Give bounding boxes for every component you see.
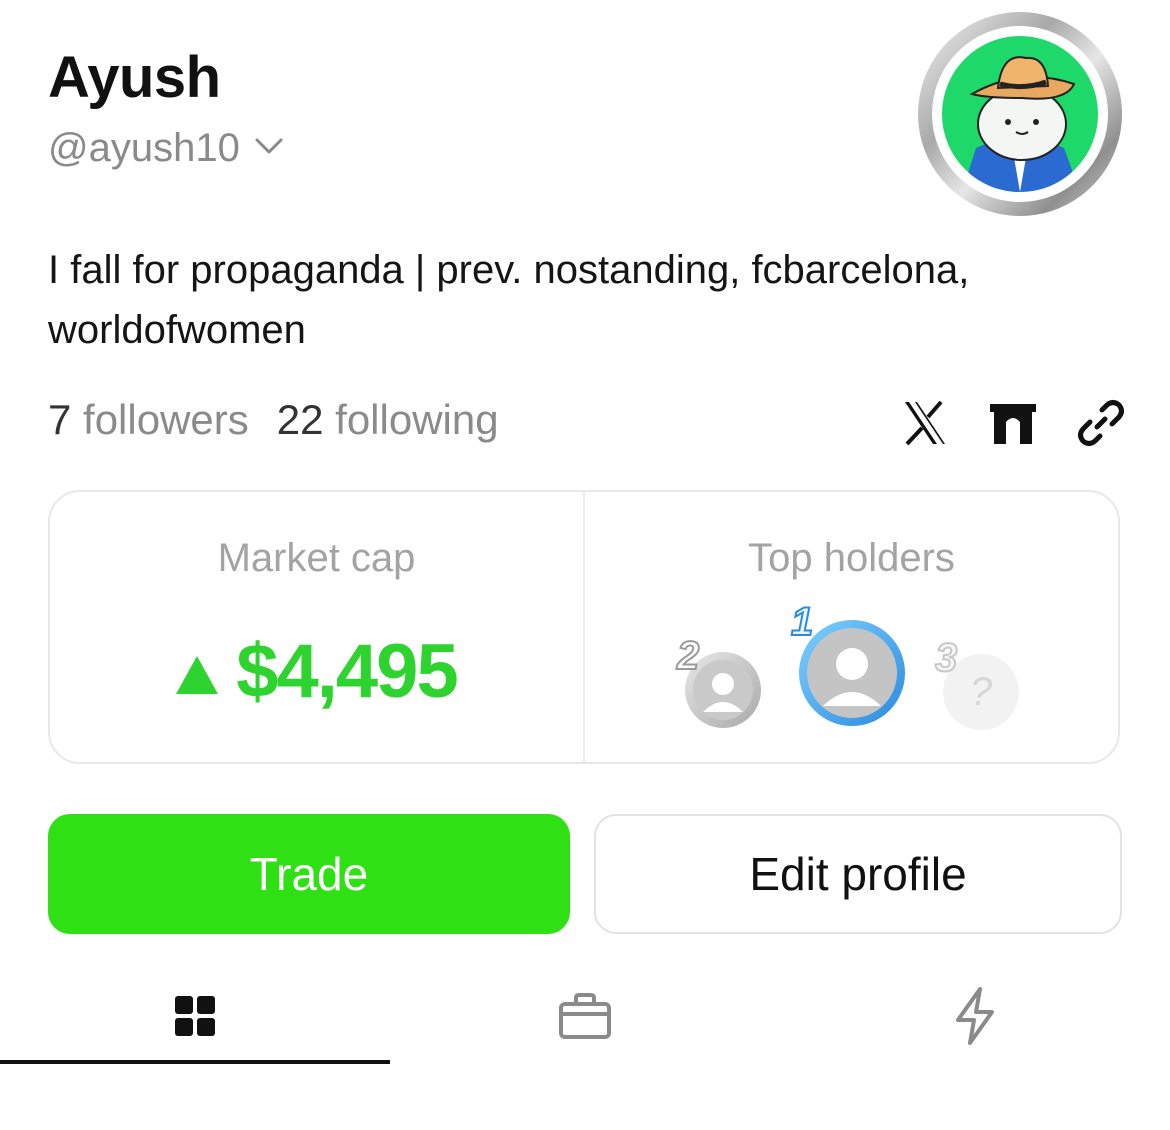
profile-avatar[interactable] [918,12,1122,216]
tab-activity[interactable] [780,970,1170,1062]
tab-grid[interactable] [0,970,390,1062]
bolt-icon [956,987,994,1045]
triangle-up-icon [176,655,219,694]
edit-profile-button[interactable]: Edit profile [594,814,1122,934]
tab-holdings[interactable] [390,970,780,1062]
foundation-icon[interactable] [986,396,1040,450]
holder-3-rank: 3 [934,635,958,681]
profile-name: Ayush [48,45,221,110]
following-label: following [335,396,499,443]
followers-label: followers [83,396,249,443]
holder-1-rank: 1 [790,599,814,645]
profile-tabs [0,970,1170,1070]
market-cap-label: Market cap [217,536,416,580]
profile-handle: @ayush10 [48,126,240,170]
follow-stats: 7 followers 22 following [48,396,499,444]
cat-cowboy-avatar-image [942,36,1098,192]
following-count: 22 [276,396,324,443]
user-placeholder-icon [807,628,897,718]
top-holders-section[interactable]: Top holders 2 1 ? 3 [585,492,1118,762]
social-links [898,396,1128,450]
holder-1-avatar[interactable] [799,620,905,726]
token-stats-card: Market cap $4,495 Top holders 2 1 ? 3 [48,490,1120,764]
chevron-down-icon [254,136,284,161]
profile-bio: I fall for propaganda | prev. nostanding… [48,248,970,352]
market-cap-section: Market cap $4,495 [50,492,583,762]
market-cap-value: $4,495 [236,629,458,714]
bag-icon [559,993,611,1039]
handle-switcher[interactable]: @ayush10 [48,126,284,171]
following-link[interactable]: 22 following [277,396,499,444]
followers-link[interactable]: 7 followers [48,396,249,444]
x-icon[interactable] [898,396,952,450]
unknown-holder-mark: ? [969,669,993,714]
grid-icon [175,996,215,1036]
trade-button[interactable]: Trade [48,814,570,934]
active-tab-indicator [0,1060,390,1064]
user-placeholder-icon [693,660,753,720]
top-holders-label: Top holders [748,536,955,580]
followers-count: 7 [48,396,72,443]
holder-2-rank: 2 [676,633,700,679]
link-icon[interactable] [1074,396,1128,450]
